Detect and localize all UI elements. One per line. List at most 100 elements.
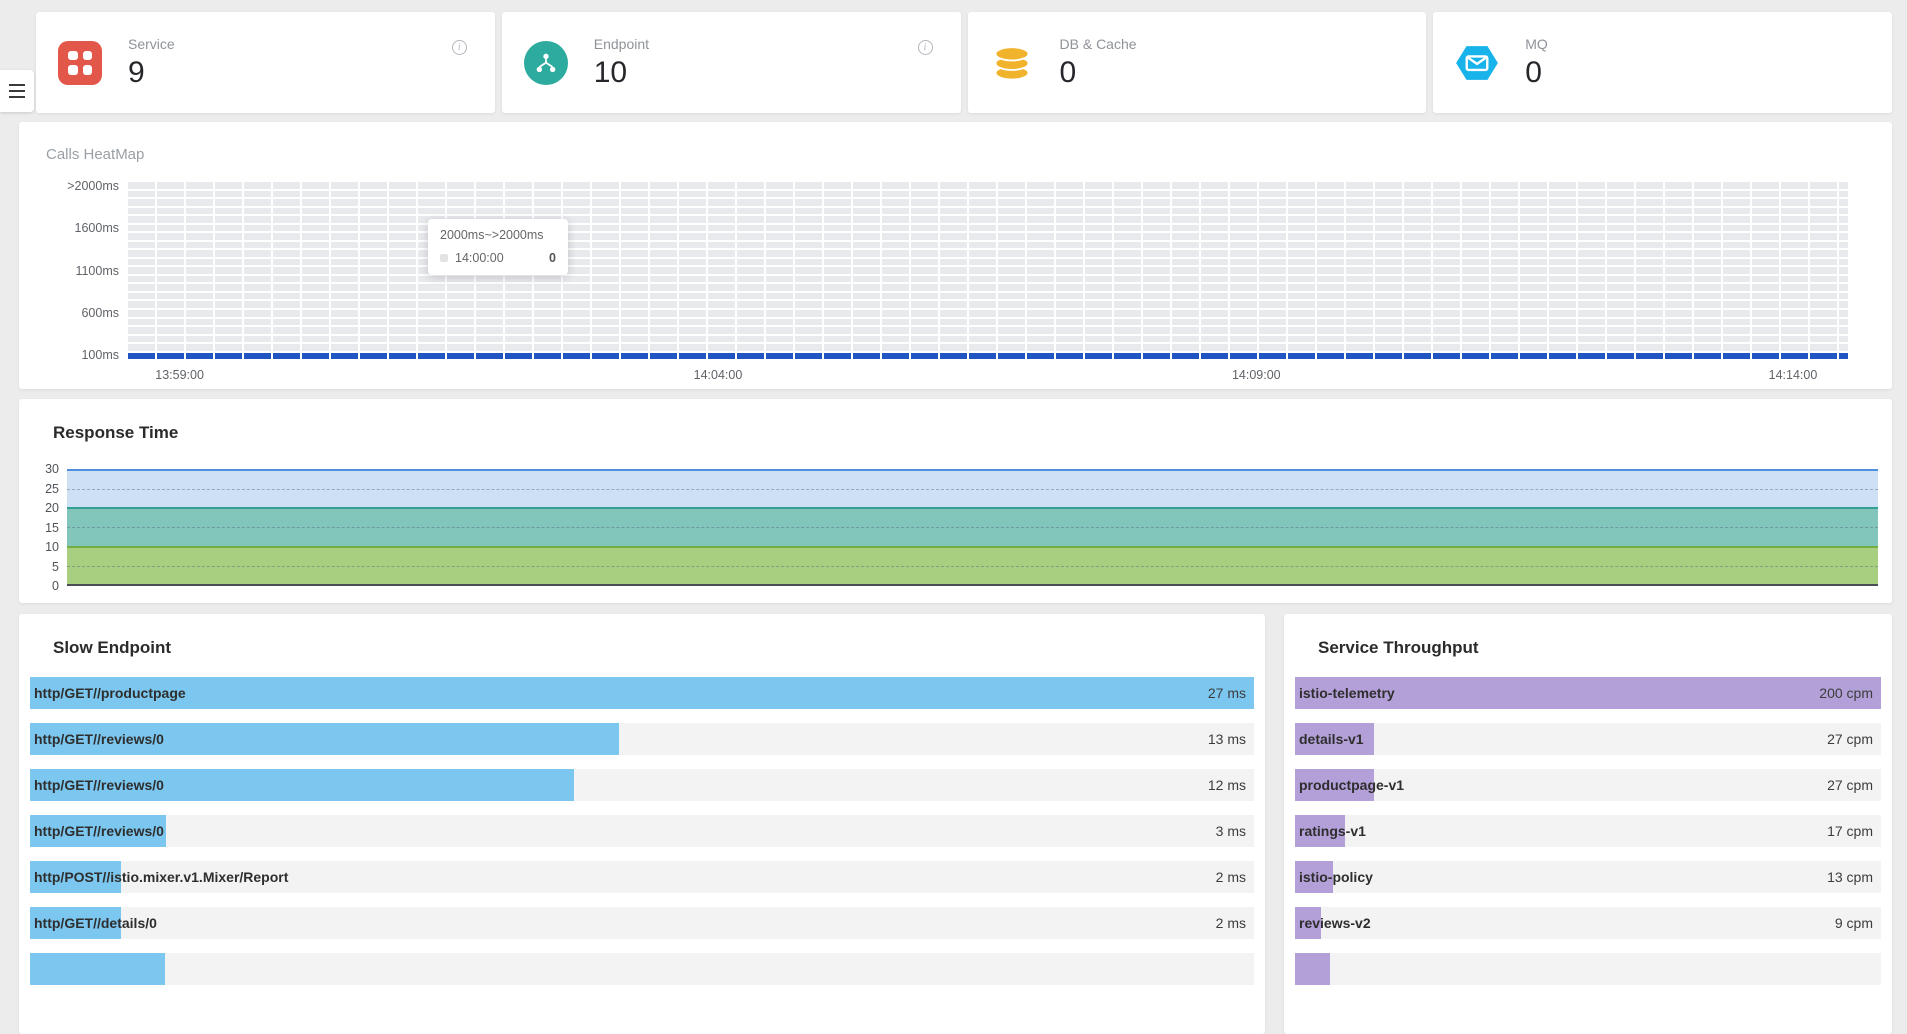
bar-row: http/GET//productpage27 ms bbox=[30, 677, 1254, 709]
response-time-y-tick: 10 bbox=[19, 540, 59, 554]
service-apps-icon bbox=[58, 41, 102, 85]
card-db-cache: DB & Cache 0 bbox=[968, 12, 1427, 113]
heatmap-y-label: >2000ms bbox=[19, 179, 119, 193]
heatmap-title: Calls HeatMap bbox=[46, 146, 144, 163]
database-icon bbox=[990, 41, 1034, 85]
heatmap-row[interactable] bbox=[128, 293, 1848, 300]
card-label: Service bbox=[128, 37, 175, 51]
bar-row: istio-telemetry200 cpm bbox=[1295, 677, 1881, 709]
bar-row: ratings-v117 cpm bbox=[1295, 815, 1881, 847]
bar-label: http/GET//reviews/0 bbox=[34, 731, 164, 747]
response-time-panel: Response Time 30 25 20 15 10 5 0 bbox=[19, 399, 1892, 603]
heatmap-y-label: 100ms bbox=[19, 348, 119, 362]
heatmap-row[interactable] bbox=[128, 225, 1848, 232]
heatmap-row[interactable] bbox=[128, 182, 1848, 189]
slow-endpoint-title: Slow Endpoint bbox=[53, 638, 171, 658]
response-time-chart[interactable] bbox=[67, 469, 1878, 586]
heatmap-row[interactable] bbox=[128, 242, 1848, 249]
heatmap-y-label: 600ms bbox=[19, 306, 119, 320]
bar-value: 12 ms bbox=[1208, 777, 1246, 793]
card-label: DB & Cache bbox=[1060, 37, 1137, 51]
tooltip-time: 14:00:00 bbox=[455, 251, 504, 265]
info-icon[interactable]: i bbox=[918, 40, 933, 55]
heatmap-row[interactable] bbox=[128, 284, 1848, 291]
bar-value: 3 ms bbox=[1216, 823, 1246, 839]
service-throughput-panel: Service Throughput istio-telemetry200 cp… bbox=[1284, 614, 1892, 1034]
bar-value: 9 cpm bbox=[1835, 915, 1873, 931]
response-time-title: Response Time bbox=[53, 423, 178, 443]
tooltip-title: 2000ms~>2000ms bbox=[440, 228, 556, 242]
endpoint-share-icon bbox=[524, 41, 568, 85]
heatmap-x-label: 14:14:00 bbox=[1769, 368, 1818, 382]
bar-value: 2 ms bbox=[1216, 869, 1246, 885]
bar-label: http/GET//reviews/0 bbox=[34, 777, 164, 793]
heatmap-row[interactable] bbox=[128, 344, 1848, 351]
bar-row: http/GET//details/02 ms bbox=[30, 907, 1254, 939]
heatmap-row[interactable] bbox=[128, 208, 1848, 215]
heatmap-row[interactable] bbox=[128, 199, 1848, 206]
response-time-y-tick: 0 bbox=[19, 579, 59, 593]
hamburger-icon bbox=[9, 84, 25, 86]
slow-endpoint-panel: Slow Endpoint http/GET//productpage27 ms… bbox=[19, 614, 1265, 1034]
menu-toggle-button[interactable] bbox=[0, 70, 34, 112]
heatmap-row[interactable] bbox=[128, 336, 1848, 343]
bar-row: http/POST//istio.mixer.v1.Mixer/Report2 … bbox=[30, 861, 1254, 893]
heatmap-x-axis: 13:59:00 14:04:00 14:09:00 14:14:00 bbox=[128, 368, 1848, 386]
card-value: 9 bbox=[128, 58, 175, 88]
bar-value: 2 ms bbox=[1216, 915, 1246, 931]
heatmap-row-active[interactable] bbox=[128, 353, 1848, 360]
heatmap-x-label: 13:59:00 bbox=[155, 368, 204, 382]
response-time-y-tick: 5 bbox=[19, 560, 59, 574]
response-time-y-tick: 20 bbox=[19, 501, 59, 515]
response-time-y-tick: 15 bbox=[19, 521, 59, 535]
bar-label: ratings-v1 bbox=[1299, 823, 1366, 839]
bar-value: 13 ms bbox=[1208, 731, 1246, 747]
mq-hexagon-icon bbox=[1455, 41, 1499, 85]
bar-label: productpage-v1 bbox=[1299, 777, 1404, 793]
response-time-y-tick: 25 bbox=[19, 482, 59, 496]
heatmap-y-label: 1600ms bbox=[19, 221, 119, 235]
heatmap-x-label: 14:09:00 bbox=[1232, 368, 1281, 382]
bar-value: 27 cpm bbox=[1827, 777, 1873, 793]
bar-fill bbox=[30, 677, 1254, 709]
bar-value: 200 cpm bbox=[1819, 685, 1873, 701]
tooltip-value: 0 bbox=[549, 251, 556, 265]
bar-row: istio-policy13 cpm bbox=[1295, 861, 1881, 893]
bar-value: 27 cpm bbox=[1827, 731, 1873, 747]
heatmap-row[interactable] bbox=[128, 327, 1848, 334]
heatmap-row[interactable] bbox=[128, 276, 1848, 283]
calls-heatmap-panel: Calls HeatMap >2000ms 1600ms 1100ms 600ms 10… bbox=[19, 122, 1892, 389]
bar-value: 13 cpm bbox=[1827, 869, 1873, 885]
heatmap-row[interactable] bbox=[128, 216, 1848, 223]
heatmap-tooltip: 2000ms~>2000ms 14:00:00 0 bbox=[428, 219, 568, 275]
heatmap-row[interactable] bbox=[128, 233, 1848, 240]
heatmap-row[interactable] bbox=[128, 191, 1848, 198]
area-band-top bbox=[67, 469, 1878, 507]
heatmap-row[interactable] bbox=[128, 301, 1848, 308]
heatmap-x-label: 14:04:00 bbox=[694, 368, 743, 382]
area-band-middle bbox=[67, 507, 1878, 545]
area-band-bottom bbox=[67, 546, 1878, 584]
heatmap-row[interactable] bbox=[128, 319, 1848, 326]
stat-cards-row: Service 9 i Endpoint 10 i bbox=[36, 12, 1892, 113]
card-endpoint: Endpoint 10 i bbox=[502, 12, 961, 113]
info-icon[interactable]: i bbox=[452, 40, 467, 55]
bar-row: http/GET//reviews/0 3 ms bbox=[30, 815, 1254, 847]
heatmap-y-label: 1100ms bbox=[19, 264, 119, 278]
heatmap-row[interactable] bbox=[128, 310, 1848, 317]
card-value: 10 bbox=[594, 58, 649, 88]
heatmap-row[interactable] bbox=[128, 267, 1848, 274]
heatmap-row[interactable] bbox=[128, 250, 1848, 257]
bar-row: http/GET//reviews/0 13 ms bbox=[30, 723, 1254, 755]
slow-endpoint-list: http/GET//productpage27 ms http/GET//revi… bbox=[30, 677, 1254, 999]
heatmap-grid[interactable] bbox=[128, 182, 1848, 359]
response-time-y-tick: 30 bbox=[19, 462, 59, 476]
heatmap-row[interactable] bbox=[128, 259, 1848, 266]
bar-label: http/GET//reviews/0 bbox=[34, 823, 164, 839]
tooltip-marker bbox=[440, 254, 448, 262]
bar-label: details-v1 bbox=[1299, 731, 1364, 747]
card-label: MQ bbox=[1525, 37, 1548, 51]
bar-value: 27 ms bbox=[1208, 685, 1246, 701]
card-value: 0 bbox=[1525, 58, 1548, 88]
bar-row: http/GET//reviews/0 12 ms bbox=[30, 769, 1254, 801]
